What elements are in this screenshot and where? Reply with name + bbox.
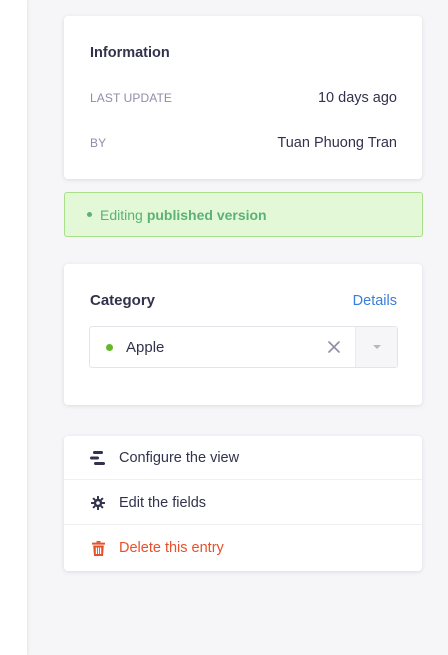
configure-view-label: Configure the view xyxy=(119,449,240,466)
actions-card: Configure the view Edit the fields Delet… xyxy=(64,436,422,571)
banner-version: published version xyxy=(146,206,267,223)
status-dot xyxy=(87,212,92,217)
trash-icon xyxy=(89,539,107,557)
information-card: Information LAST UPDATE 10 days ago BY T… xyxy=(64,16,422,179)
category-label: Category xyxy=(90,292,156,309)
left-content-panel xyxy=(0,0,27,655)
category-color-dot xyxy=(106,343,113,351)
gear-icon xyxy=(89,494,107,512)
last-update-label: LAST UPDATE xyxy=(90,91,173,105)
edit-fields-button[interactable]: Edit the fields xyxy=(64,481,422,525)
information-title: Information xyxy=(90,45,170,61)
category-select[interactable]: Apple xyxy=(89,326,398,368)
configure-view-button[interactable]: Configure the view xyxy=(64,436,422,480)
clear-x-icon[interactable] xyxy=(313,327,355,367)
last-update-row: LAST UPDATE 10 days ago xyxy=(90,90,397,106)
category-selected-value: Apple xyxy=(126,338,165,356)
layout-bars-icon xyxy=(89,449,107,467)
banner-prefix: Editing xyxy=(100,206,143,223)
edit-fields-label: Edit the fields xyxy=(119,494,207,511)
author-row: BY Tuan Phuong Tran xyxy=(90,135,397,151)
details-link[interactable]: Details xyxy=(353,293,397,309)
author-label: BY xyxy=(90,136,107,150)
caret-down-icon[interactable] xyxy=(355,327,397,367)
category-header: Category Details xyxy=(90,292,397,309)
editing-version-banner: Editing published version xyxy=(64,192,423,237)
delete-entry-label: Delete this entry xyxy=(119,540,224,556)
last-update-value: 10 days ago xyxy=(317,90,397,106)
delete-entry-button[interactable]: Delete this entry xyxy=(64,526,422,570)
author-value: Tuan Phuong Tran xyxy=(277,135,397,151)
category-card: Category Details Apple xyxy=(64,264,422,405)
